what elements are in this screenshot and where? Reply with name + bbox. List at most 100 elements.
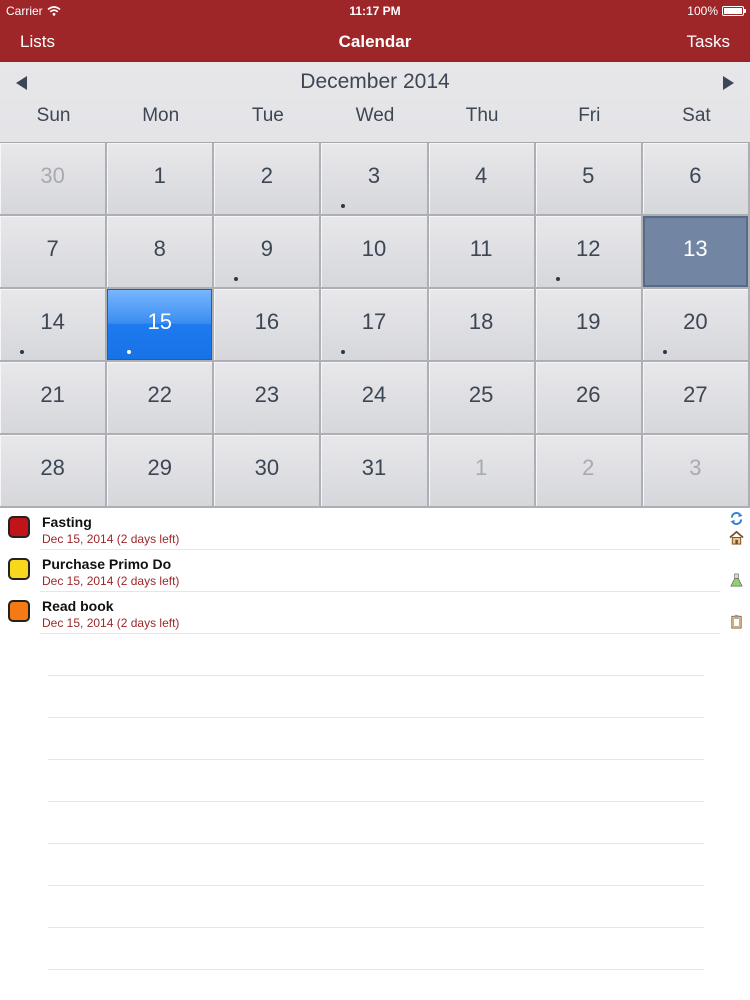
day-number: 31 (361, 455, 387, 480)
priority-swatch-icon[interactable] (8, 516, 30, 538)
day-number: 24 (361, 382, 387, 407)
weekday-label: Tue (251, 105, 284, 126)
navigation-bar: Lists Calendar Tasks (0, 22, 750, 62)
day-number: 22 (147, 382, 172, 407)
day-cell[interactable]: 24 (321, 362, 429, 435)
day-number: 1 (153, 163, 166, 188)
list-separator (48, 717, 704, 718)
day-number: 16 (254, 309, 280, 334)
priority-swatch-icon[interactable] (8, 600, 30, 622)
weekday-label: Wed (355, 105, 395, 126)
day-cell[interactable]: 2 (214, 143, 322, 216)
day-cell[interactable]: 3 (642, 435, 750, 508)
task-name: Purchase Primo Do (42, 556, 172, 572)
day-cell[interactable]: 4 (428, 143, 536, 216)
day-cell-today[interactable]: 13 (642, 216, 750, 289)
day-number: 8 (153, 236, 166, 261)
day-cell[interactable]: 3 (321, 143, 429, 216)
day-number: 6 (689, 163, 702, 188)
sync-icon[interactable] (729, 511, 744, 526)
day-cell[interactable]: 26 (535, 362, 643, 435)
battery-icon (722, 6, 746, 16)
header: Carrier 11:17 PM 100% Lists Calendar Tas… (0, 0, 750, 62)
list-separator (48, 759, 704, 760)
next-month-icon[interactable] (723, 76, 734, 90)
day-cell[interactable]: 14 (0, 289, 108, 362)
day-cell[interactable]: 28 (0, 435, 108, 508)
calendar: December 2014 Sun Mon Tue Wed Thu Fri Sat 30 1 2… (0, 62, 750, 508)
day-cell[interactable]: 30 (0, 143, 108, 216)
task-name: Fasting (42, 514, 92, 530)
day-number: 11 (469, 236, 493, 261)
day-number: 2 (582, 455, 595, 480)
day-cell[interactable]: 25 (428, 362, 536, 435)
day-number: 4 (475, 163, 488, 188)
day-number: 17 (361, 309, 387, 334)
weekday-label: Sat (682, 105, 711, 126)
day-cell[interactable]: 2 (535, 435, 643, 508)
event-dot-icon (341, 204, 346, 208)
day-cell[interactable]: 21 (0, 362, 108, 435)
day-number: 30 (254, 455, 280, 480)
event-dot-icon (662, 350, 667, 354)
tasks-button[interactable]: Tasks (687, 32, 730, 52)
day-number: 18 (468, 309, 494, 334)
day-cell[interactable]: 12 (535, 216, 643, 289)
list-separator (48, 885, 704, 886)
day-cell[interactable]: 20 (642, 289, 750, 362)
day-number: 30 (40, 163, 65, 188)
clipboard-icon[interactable] (729, 614, 744, 629)
day-cell[interactable]: 16 (214, 289, 322, 362)
day-cell[interactable]: 5 (535, 143, 643, 216)
day-cell[interactable]: 31 (321, 435, 429, 508)
list-separator (48, 801, 704, 802)
day-cell[interactable]: 11 (428, 216, 536, 289)
day-number: 27 (683, 382, 708, 407)
priority-swatch-icon[interactable] (8, 558, 30, 580)
day-cell[interactable]: 22 (107, 362, 215, 435)
task-due-date: Dec 15, 2014 (2 days left) (42, 532, 180, 546)
day-number: 26 (576, 382, 601, 407)
day-cell[interactable]: 8 (107, 216, 215, 289)
day-number: 15 (147, 309, 172, 334)
day-number: 1 (475, 455, 488, 480)
month-bar: December 2014 (0, 62, 750, 102)
list-separator (40, 549, 720, 550)
event-dot-icon (20, 350, 24, 354)
day-number: 21 (40, 382, 65, 407)
day-cell[interactable]: 9 (214, 216, 322, 289)
day-number: 28 (40, 455, 65, 480)
day-number: 5 (582, 163, 595, 188)
day-cell-selected[interactable]: 15 (107, 289, 215, 362)
day-cell[interactable]: 23 (214, 362, 322, 435)
battery: 100% (687, 4, 746, 18)
day-number: 25 (468, 382, 494, 407)
day-cell[interactable]: 30 (214, 435, 322, 508)
page-title: Calendar (338, 32, 412, 51)
weekday-label: Mon (142, 105, 180, 126)
flask-icon[interactable] (729, 573, 744, 588)
task-row[interactable]: Fasting Dec 15, 2014 (2 days left) (0, 508, 720, 550)
weekday-label: Thu (465, 105, 499, 126)
day-cell[interactable]: 27 (642, 362, 750, 435)
day-number: 7 (46, 236, 59, 261)
day-number: 13 (683, 236, 708, 261)
event-dot-icon (341, 350, 346, 354)
day-cell[interactable]: 18 (428, 289, 536, 362)
list-separator (48, 969, 704, 970)
calendar-grid: 30 1 2 3 4 5 6 7 8 9 10 11 12 13 14 15 16 17 18 19 20 21 22 23 2… (0, 142, 750, 508)
day-cell[interactable]: 17 (321, 289, 429, 362)
day-cell[interactable]: 7 (0, 216, 108, 289)
home-icon[interactable] (729, 530, 744, 545)
day-cell[interactable]: 1 (107, 143, 215, 216)
day-cell[interactable]: 6 (642, 143, 750, 216)
task-row[interactable]: Purchase Primo Do Dec 15, 2014 (2 days le… (0, 550, 720, 592)
month-title: December 2014 (300, 70, 450, 93)
task-row[interactable]: Read book Dec 15, 2014 (2 days left) (0, 592, 720, 634)
day-number: 23 (254, 382, 280, 407)
day-cell[interactable]: 19 (535, 289, 643, 362)
day-cell[interactable]: 1 (428, 435, 536, 508)
task-name: Read book (42, 598, 114, 614)
day-cell[interactable]: 29 (107, 435, 215, 508)
day-cell[interactable]: 10 (321, 216, 429, 289)
